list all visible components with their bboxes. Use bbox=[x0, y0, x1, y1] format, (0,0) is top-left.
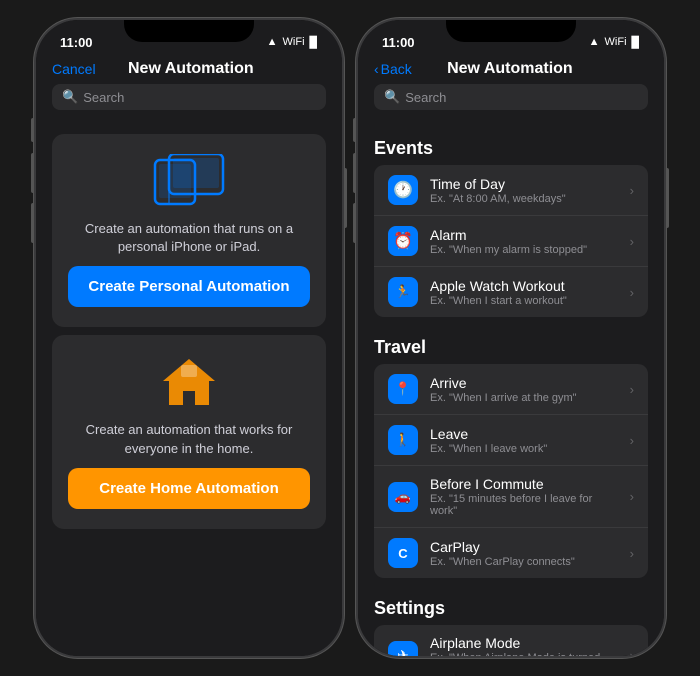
arrive-chevron: › bbox=[630, 382, 634, 397]
alarm-subtitle: Ex. "When my alarm is stopped" bbox=[430, 244, 618, 256]
right-phone: 11:00 ▲ WiFi ▉ ‹ Back New Automation bbox=[356, 18, 666, 658]
airplane-mode-icon: ✈ bbox=[388, 641, 418, 657]
time-of-day-title: Time of Day bbox=[430, 176, 618, 192]
events-section-header: Events bbox=[358, 126, 664, 165]
time-of-day-chevron: › bbox=[630, 183, 634, 198]
leave-item[interactable]: 🚶 Leave Ex. "When I leave work" › bbox=[374, 415, 648, 466]
search-input-right[interactable]: 🔍 Search bbox=[374, 84, 648, 110]
leave-chevron: › bbox=[630, 433, 634, 448]
wifi-icon: WiFi bbox=[283, 36, 305, 48]
settings-section-header: Settings bbox=[358, 586, 664, 625]
left-phone: 11:00 ▲ WiFi ▉ Cancel New Automation 🔍 bbox=[34, 18, 344, 658]
cancel-button[interactable]: Cancel bbox=[52, 61, 96, 77]
apple-watch-workout-item[interactable]: 🏃 Apple Watch Workout Ex. "When I start … bbox=[374, 267, 648, 317]
search-icon-right: 🔍 bbox=[384, 89, 400, 105]
status-time-right: 11:00 bbox=[382, 35, 415, 50]
alarm-item[interactable]: ⏰ Alarm Ex. "When my alarm is stopped" › bbox=[374, 216, 648, 267]
status-icons-right: ▲ WiFi ▉ bbox=[589, 36, 640, 49]
search-placeholder-left: Search bbox=[83, 90, 124, 105]
time-of-day-icon: 🕐 bbox=[388, 175, 418, 205]
alarm-chevron: › bbox=[630, 234, 634, 249]
search-bar-right: 🔍 Search bbox=[358, 84, 664, 118]
signal-icon: ▲ bbox=[267, 36, 278, 48]
create-personal-automation-button[interactable]: Create Personal Automation bbox=[68, 266, 310, 307]
scroll-content-right[interactable]: Events 🕐 Time of Day Ex. "At 8:00 AM, we… bbox=[358, 118, 664, 656]
nav-bar-left: Cancel New Automation bbox=[36, 56, 342, 84]
leave-icon: 🚶 bbox=[388, 425, 418, 455]
leave-text: Leave Ex. "When I leave work" bbox=[430, 426, 618, 455]
nav-bar-right: ‹ Back New Automation bbox=[358, 56, 664, 84]
back-button[interactable]: ‹ Back bbox=[374, 61, 412, 77]
before-commute-icon: 🚗 bbox=[388, 482, 418, 512]
chevron-left-icon: ‹ bbox=[374, 61, 379, 77]
time-of-day-subtitle: Ex. "At 8:00 AM, weekdays" bbox=[430, 193, 618, 205]
status-icons-left: ▲ WiFi ▉ bbox=[267, 36, 318, 49]
carplay-text: CarPlay Ex. "When CarPlay connects" bbox=[430, 539, 618, 568]
search-bar-left: 🔍 Search bbox=[36, 84, 342, 118]
carplay-chevron: › bbox=[630, 546, 634, 561]
home-card-description: Create an automation that works for ever… bbox=[68, 421, 310, 457]
travel-list-group: 📍 Arrive Ex. "When I arrive at the gym" … bbox=[374, 364, 648, 578]
apple-watch-workout-chevron: › bbox=[630, 285, 634, 300]
apple-watch-workout-subtitle: Ex. "When I start a workout" bbox=[430, 295, 618, 307]
alarm-text: Alarm Ex. "When my alarm is stopped" bbox=[430, 227, 618, 256]
before-commute-text: Before I Commute Ex. "15 minutes before … bbox=[430, 476, 618, 517]
personal-device-icon bbox=[153, 154, 225, 206]
carplay-subtitle: Ex. "When CarPlay connects" bbox=[430, 556, 618, 568]
page-title-left: New Automation bbox=[128, 60, 254, 78]
time-of-day-item[interactable]: 🕐 Time of Day Ex. "At 8:00 AM, weekdays"… bbox=[374, 165, 648, 216]
signal-icon-r: ▲ bbox=[589, 36, 600, 48]
before-commute-item[interactable]: 🚗 Before I Commute Ex. "15 minutes befor… bbox=[374, 466, 648, 528]
before-commute-title: Before I Commute bbox=[430, 476, 618, 492]
time-of-day-text: Time of Day Ex. "At 8:00 AM, weekdays" bbox=[430, 176, 618, 205]
airplane-mode-subtitle: Ex. "When Airplane Mode is turned on" bbox=[430, 652, 618, 656]
home-automation-card: Create an automation that works for ever… bbox=[52, 335, 326, 528]
airplane-mode-text: Airplane Mode Ex. "When Airplane Mode is… bbox=[430, 635, 618, 656]
carplay-icon: C bbox=[388, 538, 418, 568]
settings-list-group: ✈ Airplane Mode Ex. "When Airplane Mode … bbox=[374, 625, 648, 656]
carplay-title: CarPlay bbox=[430, 539, 618, 555]
page-title-right: New Automation bbox=[447, 60, 573, 78]
alarm-title: Alarm bbox=[430, 227, 618, 243]
airplane-mode-title: Airplane Mode bbox=[430, 635, 618, 651]
status-bar-right: 11:00 ▲ WiFi ▉ bbox=[358, 20, 664, 56]
apple-watch-workout-text: Apple Watch Workout Ex. "When I start a … bbox=[430, 278, 618, 307]
carplay-item[interactable]: C CarPlay Ex. "When CarPlay connects" › bbox=[374, 528, 648, 578]
before-commute-subtitle: Ex. "15 minutes before I leave for work" bbox=[430, 493, 618, 517]
airplane-mode-item[interactable]: ✈ Airplane Mode Ex. "When Airplane Mode … bbox=[374, 625, 648, 656]
create-home-automation-button[interactable]: Create Home Automation bbox=[68, 468, 310, 509]
airplane-mode-chevron: › bbox=[630, 648, 634, 656]
personal-automation-card: Create an automation that runs on a pers… bbox=[52, 134, 326, 327]
leave-subtitle: Ex. "When I leave work" bbox=[430, 443, 618, 455]
scroll-content-left: Create an automation that runs on a pers… bbox=[36, 118, 342, 656]
status-bar-left: 11:00 ▲ WiFi ▉ bbox=[36, 20, 342, 56]
personal-card-description: Create an automation that runs on a pers… bbox=[68, 220, 310, 256]
leave-title: Leave bbox=[430, 426, 618, 442]
apple-watch-workout-icon: 🏃 bbox=[388, 277, 418, 307]
back-label: Back bbox=[381, 61, 412, 77]
battery-icon: ▉ bbox=[310, 36, 318, 49]
travel-section-header: Travel bbox=[358, 325, 664, 364]
home-device-icon bbox=[159, 355, 219, 407]
events-list-group: 🕐 Time of Day Ex. "At 8:00 AM, weekdays"… bbox=[374, 165, 648, 317]
search-placeholder-right: Search bbox=[405, 90, 446, 105]
arrive-title: Arrive bbox=[430, 375, 618, 391]
alarm-icon: ⏰ bbox=[388, 226, 418, 256]
search-icon-left: 🔍 bbox=[62, 89, 78, 105]
arrive-text: Arrive Ex. "When I arrive at the gym" bbox=[430, 375, 618, 404]
wifi-icon-r: WiFi bbox=[605, 36, 627, 48]
arrive-subtitle: Ex. "When I arrive at the gym" bbox=[430, 392, 618, 404]
arrive-item[interactable]: 📍 Arrive Ex. "When I arrive at the gym" … bbox=[374, 364, 648, 415]
battery-icon-r: ▉ bbox=[632, 36, 640, 49]
arrive-icon: 📍 bbox=[388, 374, 418, 404]
apple-watch-workout-title: Apple Watch Workout bbox=[430, 278, 618, 294]
search-input-left[interactable]: 🔍 Search bbox=[52, 84, 326, 110]
status-time-left: 11:00 bbox=[60, 35, 93, 50]
before-commute-chevron: › bbox=[630, 489, 634, 504]
